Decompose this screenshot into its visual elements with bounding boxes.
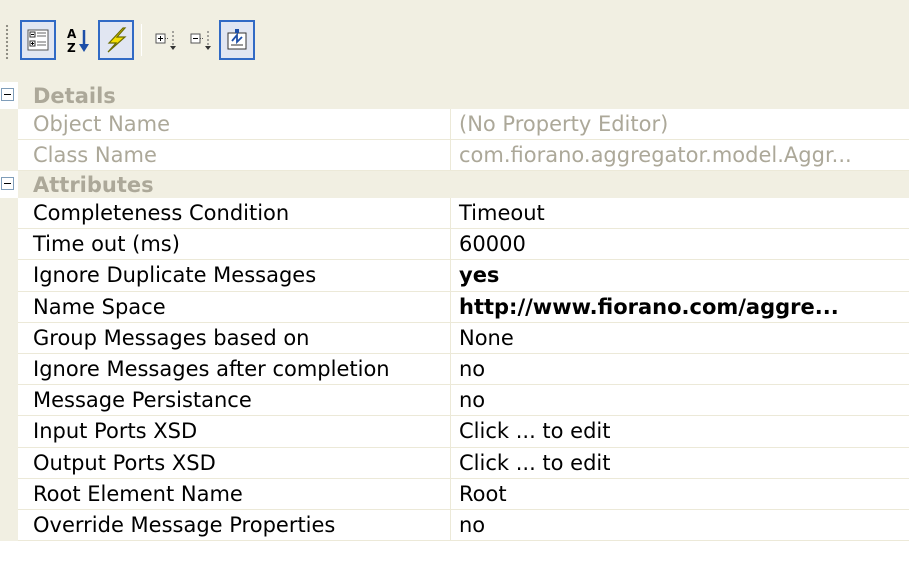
property-name: Group Messages based on xyxy=(18,322,451,354)
alphabetical-button[interactable]: A Z xyxy=(60,20,96,60)
category-label: Attributes xyxy=(33,173,154,197)
collapse-all-button[interactable] xyxy=(184,20,220,60)
property-row-class-name[interactable]: Class Name com.fiorano.aggregator.model.… xyxy=(0,140,909,171)
property-name: Output Ports XSD xyxy=(18,447,451,479)
expand-all-icon xyxy=(155,31,176,50)
property-value[interactable]: Root xyxy=(451,479,909,510)
property-value[interactable]: 60000 xyxy=(451,229,909,261)
row-gutter xyxy=(0,478,18,510)
row-gutter xyxy=(0,198,18,230)
property-pages-button[interactable] xyxy=(219,20,255,60)
property-name: Time out (ms) xyxy=(18,229,451,261)
category-details: Details Object Name (No Property Editor)… xyxy=(0,82,909,171)
row-gutter xyxy=(0,416,18,448)
property-name: Input Ports XSD xyxy=(18,416,451,448)
property-value[interactable]: http://www.fiorano.com/aggre... xyxy=(451,292,909,323)
events-lightning-icon xyxy=(107,27,127,53)
row-gutter xyxy=(0,509,18,542)
row-gutter xyxy=(0,140,18,171)
property-name: Message Persistance xyxy=(18,385,451,417)
property-name: Override Message Properties xyxy=(18,509,451,542)
property-value: com.fiorano.aggregator.model.Aggr... xyxy=(451,140,909,171)
collapse-toggle-icon[interactable] xyxy=(1,88,14,101)
property-row-ignore-duplicate-messages[interactable]: Ignore Duplicate Messages yes xyxy=(0,260,909,292)
property-row-override-message-properties[interactable]: Override Message Properties no xyxy=(0,509,909,542)
category-label: Details xyxy=(33,84,116,108)
property-pages-icon xyxy=(227,29,247,50)
property-name: Ignore Messages after completion xyxy=(18,353,451,386)
row-gutter xyxy=(0,109,18,140)
property-value[interactable]: Click ... to edit xyxy=(451,416,909,448)
expand-all-button[interactable] xyxy=(149,20,185,60)
svg-text:A: A xyxy=(67,27,77,41)
collapse-all-icon xyxy=(190,31,211,50)
events-button[interactable] xyxy=(98,20,134,60)
property-row-name-space[interactable]: Name Space http://www.fiorano.com/aggre.… xyxy=(0,291,909,323)
property-value[interactable]: Timeout xyxy=(451,198,909,230)
property-row-group-messages-based-on[interactable]: Group Messages based on None xyxy=(0,322,909,354)
category-band xyxy=(18,82,909,109)
property-row-output-ports-xsd[interactable]: Output Ports XSD Click ... to edit xyxy=(0,447,909,479)
row-gutter xyxy=(0,229,18,261)
property-value: (No Property Editor) xyxy=(451,109,909,140)
sort-alphabetical-icon: A Z xyxy=(67,27,89,54)
row-gutter xyxy=(0,260,18,292)
property-value[interactable]: Click ... to edit xyxy=(451,448,909,479)
property-value[interactable]: no xyxy=(451,385,909,417)
property-row-time-out[interactable]: Time out (ms) 60000 xyxy=(0,229,909,261)
row-gutter xyxy=(0,447,18,479)
collapse-toggle-icon[interactable] xyxy=(1,177,14,190)
toolbar-grip[interactable] xyxy=(5,24,9,60)
property-row-input-ports-xsd[interactable]: Input Ports XSD Click ... to edit xyxy=(0,416,909,448)
row-gutter xyxy=(0,322,18,354)
property-row-message-persistance[interactable]: Message Persistance no xyxy=(0,385,909,417)
property-name: Root Element Name xyxy=(18,478,451,510)
property-value[interactable]: no xyxy=(451,510,909,542)
category-header-details[interactable]: Details xyxy=(0,82,909,109)
property-grid: Details Object Name (No Property Editor)… xyxy=(0,82,909,542)
property-value[interactable]: yes xyxy=(451,260,909,292)
svg-text:Z: Z xyxy=(67,41,76,54)
property-value[interactable]: no xyxy=(451,354,909,386)
property-grid-toolbar: A Z xyxy=(0,0,909,82)
row-gutter xyxy=(0,353,18,386)
categorized-button[interactable] xyxy=(20,20,56,60)
property-value[interactable]: None xyxy=(451,323,909,354)
property-name: Class Name xyxy=(18,140,451,171)
property-row-object-name[interactable]: Object Name (No Property Editor) xyxy=(0,109,909,140)
categorized-icon xyxy=(27,29,49,51)
property-row-root-element-name[interactable]: Root Element Name Root xyxy=(0,478,909,510)
property-name: Completeness Condition xyxy=(18,198,451,230)
property-row-ignore-messages-after-completion[interactable]: Ignore Messages after completion no xyxy=(0,353,909,386)
property-name: Object Name xyxy=(18,109,451,140)
row-gutter xyxy=(0,385,18,417)
category-attributes: Attributes Completeness Condition Timeou… xyxy=(0,171,909,542)
toolbar-separator xyxy=(141,24,142,56)
row-gutter xyxy=(0,291,18,323)
property-row-completeness-condition[interactable]: Completeness Condition Timeout xyxy=(0,198,909,230)
property-name: Name Space xyxy=(18,291,451,323)
category-header-attributes[interactable]: Attributes xyxy=(0,171,909,198)
property-name: Ignore Duplicate Messages xyxy=(18,260,451,292)
